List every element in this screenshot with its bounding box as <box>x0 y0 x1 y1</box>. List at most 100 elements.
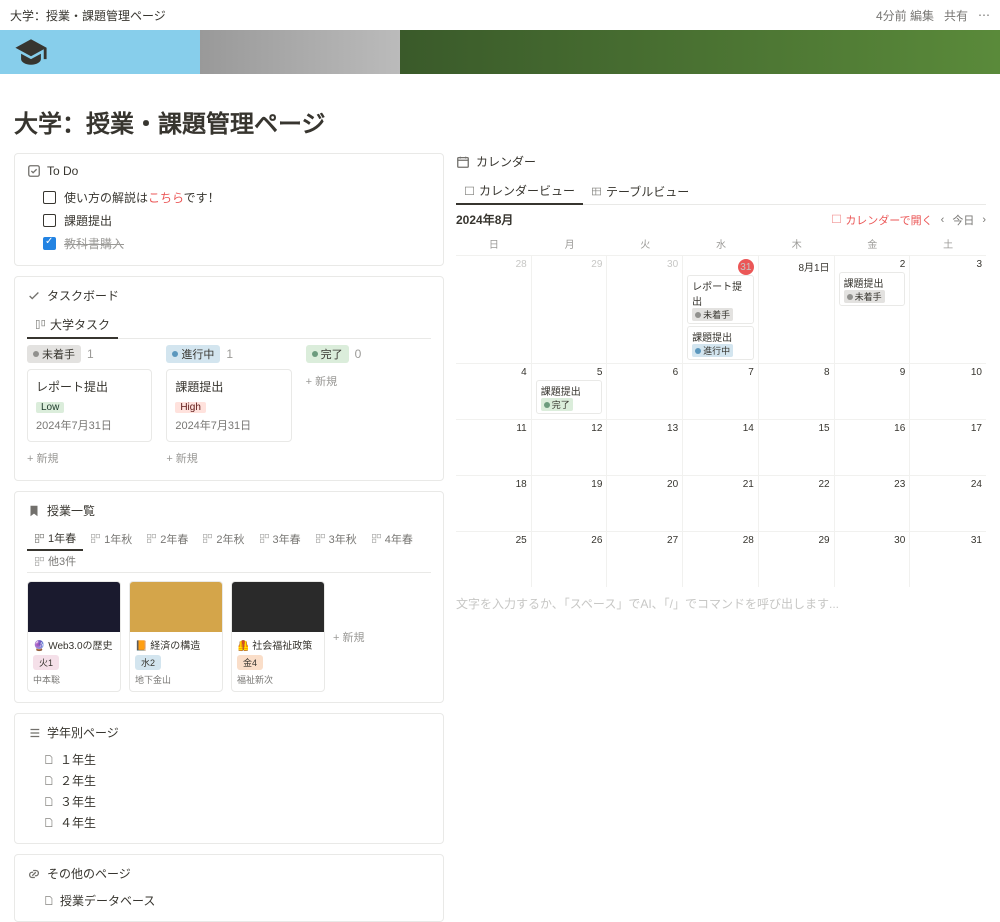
calendar-day[interactable]: 22 <box>759 476 835 531</box>
classes-heading: 授業一覧 <box>47 502 95 519</box>
page-link[interactable]: ４年生 <box>43 812 431 833</box>
page-icon <box>43 775 54 786</box>
breadcrumb[interactable]: 大学：授業・課題管理ページ <box>10 7 166 24</box>
class-tab[interactable]: 2年秋 <box>195 527 251 550</box>
class-tab[interactable]: 4年春 <box>364 527 420 550</box>
calendar-day[interactable]: 12 <box>532 420 608 475</box>
today-button[interactable]: 今日 <box>952 212 974 228</box>
share-button[interactable]: 共有 <box>944 7 968 24</box>
page-icon[interactable] <box>14 35 48 69</box>
calendar-day[interactable]: 4 <box>456 364 532 419</box>
gradepage-heading: 学年別ページ <box>47 724 119 741</box>
help-link[interactable]: こちら <box>148 191 184 205</box>
more-icon[interactable]: ⋯ <box>978 8 990 22</box>
class-tab[interactable]: 1年秋 <box>83 527 139 550</box>
check-icon <box>27 289 41 303</box>
calendar-day[interactable]: 29 <box>532 256 608 363</box>
add-card-button[interactable]: + 新規 <box>27 446 152 470</box>
calendar-day[interactable]: 5課題提出完了 <box>532 364 608 419</box>
prev-month-button[interactable]: ‹ <box>941 214 945 226</box>
status-tag: 進行中 <box>692 344 733 357</box>
calendar-day[interactable]: 29 <box>759 532 835 587</box>
calendar-day[interactable]: 31 <box>910 532 986 587</box>
add-card-button[interactable]: + 新規 <box>166 446 291 470</box>
calendar-day[interactable]: 15 <box>759 420 835 475</box>
page-link[interactable]: ２年生 <box>43 770 431 791</box>
cover-image[interactable] <box>0 30 1000 74</box>
calendar-day[interactable]: 28 <box>683 532 759 587</box>
class-tab[interactable]: 他3件 <box>27 550 83 572</box>
kanban-card[interactable]: 課題提出High2024年7月31日 <box>166 369 291 442</box>
calendar-day[interactable]: 17 <box>910 420 986 475</box>
calendar-event[interactable]: 課題提出未着手 <box>839 272 906 306</box>
calendar-day[interactable]: 31レポート提出未着手課題提出進行中 <box>683 256 759 363</box>
calendar-day[interactable]: 7 <box>683 364 759 419</box>
class-tab[interactable]: 2年春 <box>139 527 195 550</box>
calendar-day[interactable]: 9 <box>835 364 911 419</box>
calendar-open-button[interactable]: カレンダーで開く <box>831 212 932 228</box>
calendar-day[interactable]: 30 <box>835 532 911 587</box>
calendar-day[interactable]: 20 <box>607 476 683 531</box>
class-card[interactable]: 🔮 Web3.0の歴史火1中本聡 <box>27 581 121 692</box>
class-tab[interactable]: 1年春 <box>27 527 83 551</box>
status-tag: 進行中 <box>166 345 220 363</box>
calendar-day[interactable]: 3 <box>910 256 986 363</box>
calendar-day[interactable]: 23 <box>835 476 911 531</box>
taskboard-heading: タスクボード <box>47 287 119 304</box>
calendar-day[interactable]: 13 <box>607 420 683 475</box>
calendar-day[interactable]: 26 <box>532 532 608 587</box>
class-tab[interactable]: 3年秋 <box>308 527 364 550</box>
calendar-block: カレンダー カレンダービュー テーブルビュー 2024年8月 カレンダーで開く … <box>456 153 986 620</box>
calendar-day[interactable]: 30 <box>607 256 683 363</box>
add-card-button[interactable]: + 新規 <box>306 369 431 393</box>
dow-label: 日 <box>456 236 532 251</box>
calendar-day[interactable]: 21 <box>683 476 759 531</box>
calendar-day[interactable]: 18 <box>456 476 532 531</box>
page-title[interactable]: 大学：授業・課題管理ページ <box>0 74 1000 153</box>
checkbox[interactable] <box>43 237 56 250</box>
checkbox[interactable] <box>43 191 56 204</box>
calendar-day[interactable]: 6 <box>607 364 683 419</box>
page-link[interactable]: 授業データベース <box>43 890 431 911</box>
calendar-day[interactable]: 19 <box>532 476 608 531</box>
bookmark-icon <box>27 504 41 518</box>
calendar-day[interactable]: 16 <box>835 420 911 475</box>
todo-item[interactable]: 教科書購入 <box>27 232 431 255</box>
calendar-month[interactable]: 2024年8月 <box>456 211 513 228</box>
table-view-tab[interactable]: テーブルビュー <box>583 178 697 204</box>
calendar-day[interactable]: 8 <box>759 364 835 419</box>
page-link[interactable]: ３年生 <box>43 791 431 812</box>
checkbox[interactable] <box>43 214 56 227</box>
next-month-button[interactable]: › <box>982 214 986 226</box>
add-class-button[interactable]: + 新規 <box>333 625 364 649</box>
calendar-day[interactable]: 24 <box>910 476 986 531</box>
calendar-day[interactable]: 28 <box>456 256 532 363</box>
dow-label: 土 <box>910 236 986 251</box>
calendar-day[interactable]: 11 <box>456 420 532 475</box>
calendar-day[interactable]: 27 <box>607 532 683 587</box>
todo-item[interactable]: 使い方の解説はこちらです！ <box>27 186 431 209</box>
dow-label: 水 <box>683 236 759 251</box>
class-tab[interactable]: 3年春 <box>252 527 308 550</box>
calendar-day[interactable]: 14 <box>683 420 759 475</box>
editor-placeholder[interactable]: 文字を入力するか、「スペース」でAI、「/」でコマンドを呼び出します... <box>456 587 986 620</box>
todo-item[interactable]: 課題提出 <box>27 209 431 232</box>
topbar: 大学：授業・課題管理ページ 4分前 編集 共有 ⋯ <box>0 0 1000 30</box>
list-icon <box>27 726 41 740</box>
page-link[interactable]: １年生 <box>43 749 431 770</box>
calendar-day[interactable]: 2課題提出未着手 <box>835 256 911 363</box>
class-card[interactable]: 📙 経済の構造水2地下金山 <box>129 581 223 692</box>
taskboard-tab[interactable]: 大学タスク <box>27 312 118 339</box>
calendar-day[interactable]: 25 <box>456 532 532 587</box>
class-card[interactable]: 🦺 社会福祉政策金4福祉新次 <box>231 581 325 692</box>
calendar-event[interactable]: 課題提出完了 <box>536 380 603 414</box>
calendar-day[interactable]: 10 <box>910 364 986 419</box>
calendar-event[interactable]: 課題提出進行中 <box>687 326 754 360</box>
kanban-card[interactable]: レポート提出Low2024年7月31日 <box>27 369 152 442</box>
page-icon <box>43 754 54 765</box>
kanban-column: 進行中 1課題提出High2024年7月31日+ 新規 <box>166 345 291 470</box>
link-icon <box>27 867 41 881</box>
calendar-event[interactable]: レポート提出未着手 <box>687 275 754 324</box>
calendar-view-tab[interactable]: カレンダービュー <box>456 178 583 205</box>
calendar-day[interactable]: 8月1日 <box>759 256 835 363</box>
